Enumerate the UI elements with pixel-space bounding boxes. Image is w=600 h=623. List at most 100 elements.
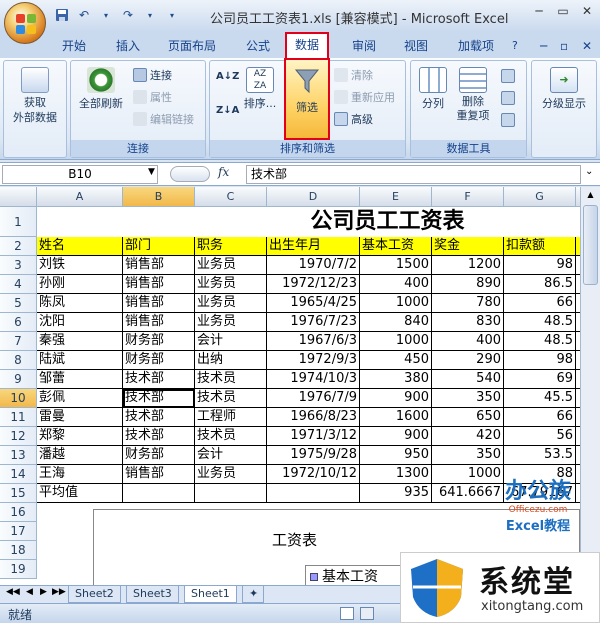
- table-cell[interactable]: 540: [432, 370, 504, 389]
- table-cell[interactable]: 雷曼: [37, 408, 123, 427]
- vertical-scrollbar[interactable]: ▲: [580, 187, 600, 585]
- table-cell[interactable]: 56: [504, 427, 576, 446]
- table-cell[interactable]: 秦强: [37, 332, 123, 351]
- table-cell[interactable]: 业务员: [195, 465, 267, 484]
- table-cell[interactable]: 1500: [360, 256, 432, 275]
- table-cell[interactable]: 1000: [360, 294, 432, 313]
- table-cell[interactable]: 890: [432, 275, 504, 294]
- column-header-c[interactable]: C: [195, 187, 267, 207]
- column-header-g[interactable]: G: [504, 187, 576, 207]
- table-cell[interactable]: 1967/6/3: [267, 332, 360, 351]
- table-cell[interactable]: [123, 484, 195, 503]
- row-header[interactable]: 5: [0, 294, 37, 313]
- table-cell[interactable]: 900: [360, 389, 432, 408]
- table-cell[interactable]: 450: [360, 351, 432, 370]
- table-cell[interactable]: 86.5: [504, 275, 576, 294]
- row-header[interactable]: 1: [0, 207, 37, 237]
- table-cell[interactable]: 财务部: [123, 332, 195, 351]
- row-header[interactable]: 8: [0, 351, 37, 370]
- row-header[interactable]: 4: [0, 275, 37, 294]
- table-cell[interactable]: 1976/7/23: [267, 313, 360, 332]
- header-cell[interactable]: 基本工资: [360, 237, 432, 256]
- table-cell[interactable]: 销售部: [123, 275, 195, 294]
- table-cell[interactable]: 1965/4/25: [267, 294, 360, 313]
- table-cell[interactable]: 1972/12/23: [267, 275, 360, 294]
- table-cell[interactable]: 1972/10/12: [267, 465, 360, 484]
- what-if-button[interactable]: [501, 113, 515, 127]
- table-cell[interactable]: 290: [432, 351, 504, 370]
- table-cell[interactable]: 沈阳: [37, 313, 123, 332]
- expand-formula-icon[interactable]: ⌄: [585, 166, 593, 177]
- name-box-dropdown-icon[interactable]: ▼: [148, 167, 155, 177]
- normal-view-icon[interactable]: [340, 607, 354, 620]
- table-cell[interactable]: 技术部: [123, 427, 195, 446]
- table-cell[interactable]: 工程师: [195, 408, 267, 427]
- table-cell[interactable]: 刘铁: [37, 256, 123, 275]
- table-cell[interactable]: 400: [432, 332, 504, 351]
- tab-formulas[interactable]: 公式: [246, 36, 270, 58]
- header-cell[interactable]: 部门: [123, 237, 195, 256]
- table-cell[interactable]: 66: [504, 408, 576, 427]
- header-cell[interactable]: 奖金: [432, 237, 504, 256]
- office-button[interactable]: [4, 2, 46, 44]
- column-header-f[interactable]: F: [432, 187, 504, 207]
- table-cell[interactable]: 935: [360, 484, 432, 503]
- column-header-e[interactable]: E: [360, 187, 432, 207]
- row-header[interactable]: 15: [0, 484, 37, 503]
- header-cell[interactable]: 姓名: [37, 237, 123, 256]
- close-button[interactable]: ✕: [576, 2, 598, 20]
- sheet-nav-first-icon[interactable]: ◀◀: [6, 587, 20, 597]
- tab-view[interactable]: 视图: [404, 36, 428, 58]
- sheet-nav-prev-icon[interactable]: ◀: [26, 587, 33, 597]
- table-cell[interactable]: 98: [504, 256, 576, 275]
- row-header[interactable]: 14: [0, 465, 37, 484]
- row-header[interactable]: 9: [0, 370, 37, 389]
- redo-dropdown-icon[interactable]: ▾: [142, 7, 158, 23]
- table-cell[interactable]: 1200: [432, 256, 504, 275]
- advanced-filter-button[interactable]: 高级: [334, 111, 373, 127]
- sheet-tab-sheet1[interactable]: Sheet1: [184, 586, 237, 603]
- table-cell[interactable]: 650: [432, 408, 504, 427]
- table-cell[interactable]: 98: [504, 351, 576, 370]
- sort-button[interactable]: AZ ZA 排序...: [240, 67, 280, 111]
- table-cell[interactable]: 950: [360, 446, 432, 465]
- table-cell[interactable]: 840: [360, 313, 432, 332]
- row-header[interactable]: 13: [0, 446, 37, 465]
- table-cell[interactable]: 技术员: [195, 370, 267, 389]
- sort-descending-button[interactable]: Z↓A: [216, 105, 239, 116]
- worksheet-grid[interactable]: A B C D E F G H 1 公司员工工资表 2姓名部门职务出生年月基本工资奖…: [0, 187, 580, 585]
- table-cell[interactable]: 48.5: [504, 332, 576, 351]
- edit-links-button[interactable]: 编辑链接: [133, 111, 194, 127]
- text-to-columns-button[interactable]: 分列: [415, 67, 451, 111]
- outline-button[interactable]: ➜ 分级显示: [534, 67, 594, 111]
- row-header[interactable]: 11: [0, 408, 37, 427]
- table-cell[interactable]: 53.5: [504, 446, 576, 465]
- undo-icon[interactable]: ↶: [76, 7, 92, 23]
- table-cell[interactable]: 潘越: [37, 446, 123, 465]
- table-cell[interactable]: 平均值: [37, 484, 123, 503]
- row-header[interactable]: 7: [0, 332, 37, 351]
- table-cell[interactable]: 641.6667: [432, 484, 504, 503]
- clear-filter-button[interactable]: 清除: [334, 67, 373, 83]
- table-cell[interactable]: 技术员: [195, 389, 267, 408]
- ribbon-close-button[interactable]: ✕: [582, 36, 592, 58]
- undo-dropdown-icon[interactable]: ▾: [98, 7, 114, 23]
- table-cell[interactable]: 彭佩: [37, 389, 123, 408]
- table-cell[interactable]: 财务部: [123, 351, 195, 370]
- table-cell[interactable]: 销售部: [123, 465, 195, 484]
- consolidate-button[interactable]: [501, 91, 515, 105]
- table-cell[interactable]: 王海: [37, 465, 123, 484]
- customize-qat-icon[interactable]: ▾: [164, 7, 180, 23]
- table-cell[interactable]: 出纳: [195, 351, 267, 370]
- row-header[interactable]: 6: [0, 313, 37, 332]
- scroll-thumb[interactable]: [583, 205, 598, 285]
- table-cell[interactable]: 380: [360, 370, 432, 389]
- column-header-d[interactable]: D: [267, 187, 360, 207]
- table-cell[interactable]: 业务员: [195, 275, 267, 294]
- table-cell[interactable]: 技术员: [195, 427, 267, 446]
- select-all-corner[interactable]: [0, 187, 37, 207]
- table-cell[interactable]: 1000: [360, 332, 432, 351]
- insert-sheet-icon[interactable]: ✦: [242, 586, 264, 603]
- refresh-all-button[interactable]: 全部刷新: [75, 67, 127, 111]
- tab-page-layout[interactable]: 页面布局: [168, 36, 216, 58]
